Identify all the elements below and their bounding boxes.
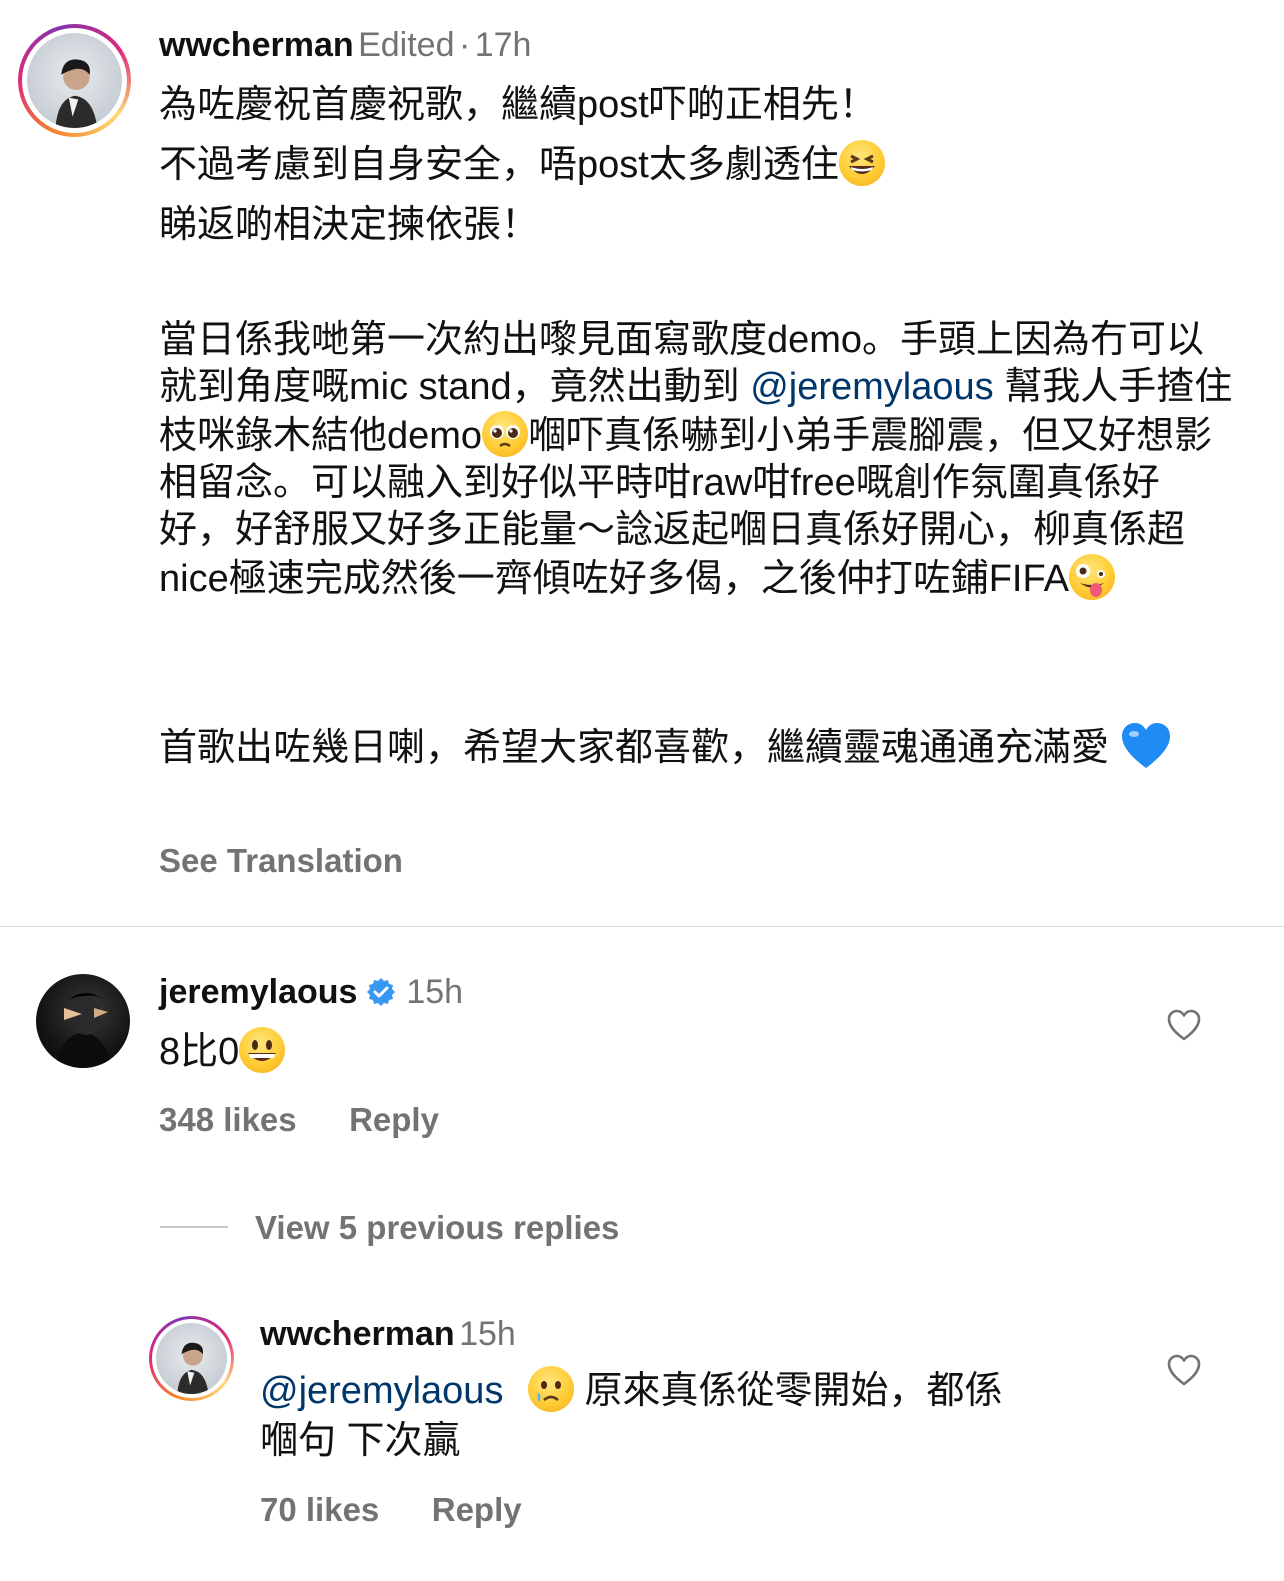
- mention-link[interactable]: @jeremylaous: [260, 1370, 503, 1412]
- person-silhouette-icon: [56, 993, 112, 1068]
- likes-count[interactable]: 70 likes: [260, 1491, 379, 1528]
- see-translation-link[interactable]: See Translation: [159, 840, 403, 882]
- zany-face-emoji-icon: [1068, 554, 1115, 600]
- verified-badge-icon: [366, 978, 395, 1006]
- caption-line: 不過考慮到自身安全，唔post太多劇透住: [159, 137, 1239, 197]
- reply-time: 15h: [459, 1315, 516, 1353]
- post-author-avatar[interactable]: [18, 24, 131, 137]
- thread-line: [160, 1226, 228, 1228]
- reply-button[interactable]: Reply: [349, 1101, 439, 1138]
- caption-text: 不過考慮到自身安全，唔post太多劇透住: [159, 144, 839, 186]
- person-silhouette-icon: [177, 1342, 209, 1394]
- likes-count[interactable]: 348 likes: [159, 1101, 297, 1138]
- reply-author-avatar[interactable]: [149, 1316, 234, 1401]
- caption-paragraph-2: 當日係我哋第一次約出嚟見面寫歌度demo。手頭上因為冇可以就到角度嘅mic st…: [159, 317, 1234, 603]
- pleading-face-emoji-icon: [482, 411, 529, 457]
- caption-line: 為咗慶祝首慶祝歌，繼續post吓啲正相先！: [159, 84, 877, 126]
- sad-tear-emoji-icon: [528, 1366, 574, 1412]
- caption-paragraph-1: 為咗慶祝首慶祝歌，繼續post吓啲正相先！ 不過考慮到自身安全，唔post太多劇…: [159, 77, 1239, 257]
- reply-line: 嗰句 下次贏: [260, 1420, 461, 1462]
- post-header: wwcherman Edited · 17h: [159, 24, 531, 66]
- reply-text: @jeremylaous 原來真係從零開始，都係 嗰句 下次贏: [260, 1366, 1140, 1466]
- caption-line: 睇返啲相決定揀依張！: [159, 204, 540, 246]
- reply-text: 8比0: [159, 1024, 286, 1080]
- edited-label: Edited: [358, 26, 455, 64]
- reply-button[interactable]: Reply: [432, 1491, 522, 1528]
- reply-time: 15h: [406, 973, 464, 1011]
- grinning-face-emoji-icon: [239, 1027, 286, 1073]
- post-caption: wwcherman Edited · 17h 為咗慶祝首慶祝歌，繼續post吓啲…: [0, 0, 1284, 926]
- reply-header: jeremylaous 15h: [159, 970, 463, 1014]
- person-silhouette-icon: [55, 59, 98, 128]
- reply-header: wwcherman 15h: [260, 1312, 516, 1356]
- reply-author-avatar[interactable]: [36, 974, 130, 1068]
- reply-author-username[interactable]: jeremylaous: [159, 973, 357, 1011]
- section-divider: [0, 926, 1284, 927]
- mention-link[interactable]: @jeremylaous: [750, 366, 993, 408]
- reply-actions: 70 likes Reply: [260, 1488, 522, 1532]
- blue-heart-emoji-icon: [1121, 723, 1170, 768]
- reply-line: @jeremylaous 原來真係從零開始，都係: [260, 1366, 1140, 1416]
- post-time: 17h: [474, 26, 532, 64]
- heart-like-icon[interactable]: [1166, 1008, 1202, 1044]
- caption-text: 首歌出咗幾日喇，希望大家都喜歡，繼續靈魂通通充滿愛: [159, 727, 1110, 769]
- view-previous-replies-button[interactable]: View 5 previous replies: [255, 1206, 619, 1250]
- post-author-username[interactable]: wwcherman: [159, 26, 354, 64]
- heart-like-icon[interactable]: [1166, 1353, 1202, 1389]
- grinning-squint-emoji-icon: [838, 140, 885, 186]
- caption-paragraph-3: 首歌出咗幾日喇，希望大家都喜歡，繼續靈魂通通充滿愛: [159, 722, 1234, 772]
- reply-body: 8比0: [159, 1031, 240, 1073]
- meta-separator: ·: [458, 26, 471, 64]
- reply-author-username[interactable]: wwcherman: [260, 1315, 455, 1353]
- reply-body: 原來真係從零開始，都係: [574, 1370, 1003, 1412]
- reply-actions: 348 likes Reply: [159, 1098, 439, 1142]
